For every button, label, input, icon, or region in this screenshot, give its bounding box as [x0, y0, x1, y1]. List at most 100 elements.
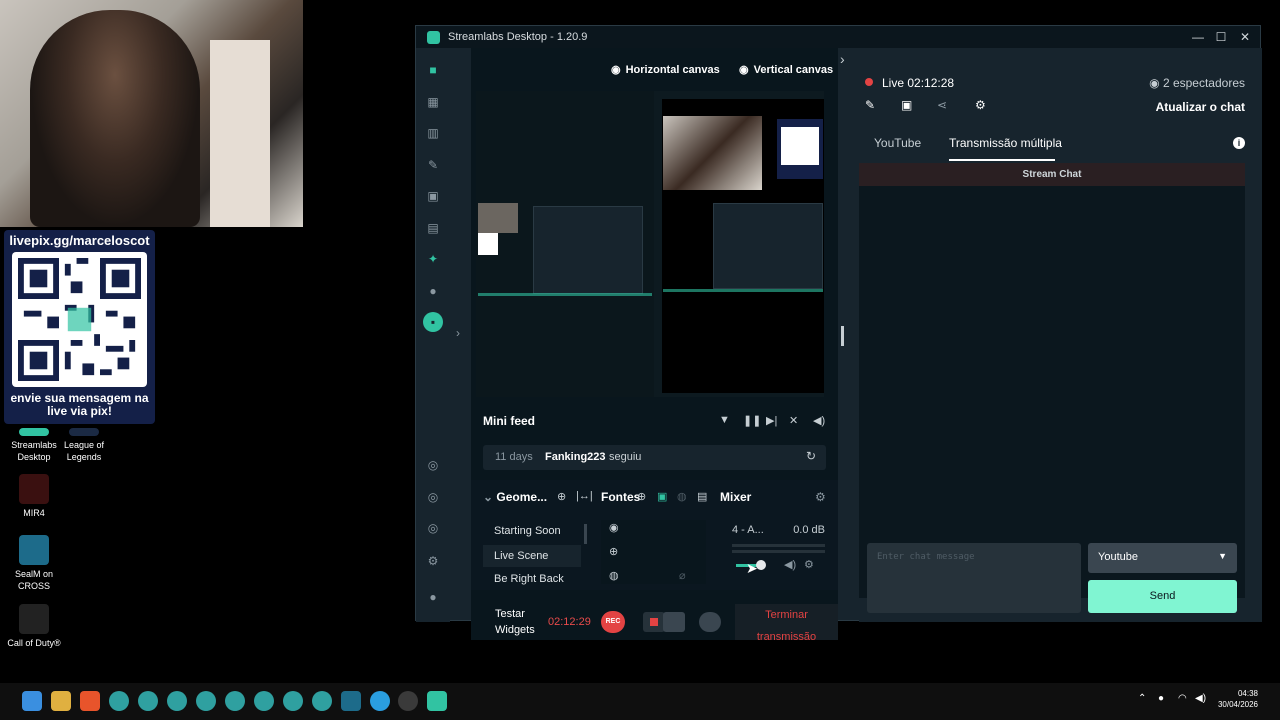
profile-nav-icon[interactable]: ● — [426, 590, 440, 604]
scene-source-mixer-dock: ⌄ Geome... ⊕ |↔| Fontes ⊕ ▣ ◍ ▤ Mixer ⚙ … — [471, 480, 838, 590]
live-duration: Live 02:12:28 — [882, 76, 955, 90]
settings-nav-icon[interactable]: ⚙ — [426, 554, 440, 568]
volume-icon[interactable]: ◀) — [813, 414, 825, 427]
xbox-icon[interactable] — [398, 691, 418, 711]
studio-mode-nav-icon[interactable]: ▥ — [426, 126, 440, 140]
close-button[interactable]: ✕ — [1237, 29, 1253, 45]
desktop-icon-mir4[interactable]: MIR4 — [2, 474, 66, 519]
channel-settings-icon[interactable]: ⚙ — [804, 558, 814, 571]
microphone-icon[interactable]: ● — [1158, 693, 1164, 704]
wifi-icon[interactable]: ◠ — [1178, 693, 1187, 704]
share-icon[interactable]: ⋖ — [937, 98, 947, 112]
hidden-eye-icon[interactable]: ⌀ — [679, 569, 686, 582]
editor-nav-icon[interactable]: ■ — [426, 63, 440, 77]
themes-nav-icon[interactable]: ✎ — [426, 158, 440, 172]
mute-alerts-icon[interactable]: ✕ — [789, 414, 798, 427]
schedule-button[interactable] — [699, 612, 721, 632]
highlighter-nav-icon[interactable]: ▤ — [426, 221, 440, 235]
desktop-icon-sealm[interactable]: SealM on CROSS — [2, 535, 66, 592]
scenes-scrollbar[interactable] — [584, 524, 587, 544]
apps-nav-icon[interactable]: ◎ — [426, 458, 440, 472]
chat-message-input[interactable]: Enter chat message — [867, 543, 1081, 613]
ai-nav-icon[interactable]: ✦ — [426, 252, 440, 266]
stream-chat-header: Stream Chat — [859, 163, 1245, 186]
scene-item[interactable]: Be Right Back — [483, 568, 581, 586]
integrations-nav-icon[interactable]: ◎ — [426, 490, 440, 504]
play-nav-icon[interactable]: ● — [426, 284, 440, 298]
webcam-source-icon[interactable]: ◉ — [609, 521, 619, 534]
clip-icon[interactable]: ▣ — [901, 98, 912, 112]
horizontal-canvas-toggle[interactable]: ◉ Horizontal canvas — [611, 63, 720, 76]
brave-icon[interactable] — [80, 691, 100, 711]
end-stream-button[interactable]: Terminar transmissão — [735, 604, 838, 643]
game-source-icon[interactable]: ◍ — [609, 569, 619, 582]
tools-nav-icon[interactable]: ◎ — [426, 521, 440, 535]
settings-icon[interactable]: ⚙ — [975, 98, 986, 112]
stream-preview[interactable] — [476, 91, 824, 397]
start-icon[interactable] — [22, 691, 42, 711]
collapse-chevron-icon[interactable]: › — [840, 51, 845, 67]
replay-icon[interactable]: ↻ — [806, 449, 816, 463]
streamlabs-logo-icon — [427, 31, 440, 44]
edit-stream-icon[interactable]: ✎ — [865, 98, 875, 112]
maximize-button[interactable]: ☐ — [1213, 29, 1229, 45]
filter-icon[interactable]: ▼ — [719, 414, 730, 426]
clock[interactable]: 04:38 30/04/2026 — [1218, 688, 1258, 710]
qr-code — [12, 252, 147, 387]
folder-icon[interactable]: ▤ — [697, 490, 707, 503]
live-dock-nav-icon[interactable]: ▪ — [423, 312, 443, 332]
chat-area: Stream Chat Enter chat message Youtube ▼ … — [859, 163, 1245, 613]
speaker-icon[interactable]: ◀) — [1195, 693, 1206, 704]
refresh-chat-button[interactable]: Atualizar o chat — [1156, 100, 1245, 114]
tray-chevron-icon[interactable]: ⌃ — [1138, 693, 1146, 704]
desktop-icon-cod[interactable]: Call of Duty® — [2, 604, 66, 649]
edge-icon[interactable] — [312, 691, 332, 711]
chevron-down-icon: ▼ — [1218, 551, 1227, 561]
pause-icon[interactable]: ❚❚ — [743, 414, 761, 427]
app-store-nav-icon[interactable]: ▣ — [426, 189, 440, 203]
test-widgets-button[interactable]: Testar Widgets — [495, 606, 555, 638]
sealm-taskbar-icon[interactable] — [341, 691, 361, 711]
record-button[interactable]: REC — [601, 611, 625, 633]
scene-transition-icon[interactable]: |↔| — [576, 490, 593, 502]
layout-nav-icon[interactable]: ▦ — [426, 95, 440, 109]
edge-icon[interactable] — [254, 691, 274, 711]
source-folder-icon[interactable]: ▣ — [657, 490, 667, 503]
eye-icon: ◉ — [1149, 76, 1163, 90]
edge-icon[interactable] — [225, 691, 245, 711]
edge-icon[interactable] — [109, 691, 129, 711]
add-scene-icon[interactable]: ⊕ — [557, 490, 566, 503]
tab-youtube[interactable]: YouTube — [874, 136, 921, 150]
mute-icon[interactable]: ◀) — [784, 558, 796, 571]
tab-multistream[interactable]: Transmissão múltipla — [949, 136, 1062, 150]
stop-record-button[interactable] — [643, 612, 665, 632]
eye-icon: ◉ — [739, 64, 749, 76]
vertical-canvas-toggle[interactable]: ◉ Vertical canvas — [739, 63, 833, 76]
add-source-icon[interactable]: ⊕ — [637, 490, 646, 503]
edge-icon[interactable] — [167, 691, 187, 711]
skip-icon[interactable]: ▶| — [766, 414, 777, 427]
send-button[interactable]: Send — [1088, 580, 1237, 613]
expand-chevron-icon[interactable]: › — [456, 326, 460, 340]
telegram-icon[interactable] — [370, 691, 390, 711]
info-icon[interactable]: i — [1233, 137, 1245, 149]
source-filter-icon[interactable]: ◍ — [677, 490, 687, 503]
browser-source-icon[interactable]: ⊕ — [609, 545, 618, 558]
save-replay-button[interactable] — [663, 612, 685, 632]
edge-icon[interactable] — [138, 691, 158, 711]
scene-item[interactable]: Starting Soon — [483, 520, 581, 542]
desktop-icon-league[interactable]: League of Legends — [52, 428, 116, 463]
file-explorer-icon[interactable] — [51, 691, 71, 711]
streamlabs-taskbar-icon[interactable] — [427, 691, 447, 711]
mixer-settings-icon[interactable]: ⚙ — [815, 490, 826, 504]
mini-feed-event[interactable]: 11 days Fanking223 seguiu ↻ — [483, 445, 826, 470]
platform-select[interactable]: Youtube ▼ — [1088, 543, 1237, 573]
minimize-button[interactable]: — — [1190, 29, 1206, 45]
edge-icon[interactable] — [283, 691, 303, 711]
panel-divider-handle[interactable] — [841, 326, 844, 346]
live-dock-panel: Live 02:12:28 ◉ 2 espectadores ✎ ▣ ⋖ ⚙ A… — [859, 48, 1262, 622]
edge-icon[interactable] — [196, 691, 216, 711]
scene-collection-title[interactable]: ⌄ Geome... — [483, 490, 547, 504]
scene-item-active[interactable]: Live Scene — [483, 545, 581, 567]
eye-icon: ◉ — [611, 64, 621, 76]
